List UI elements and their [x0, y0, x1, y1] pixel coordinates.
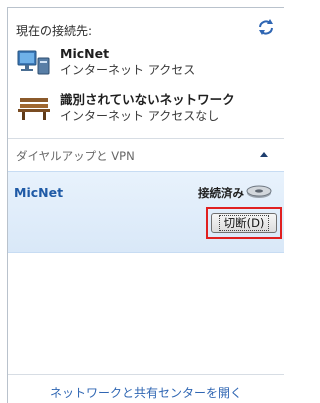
open-network-center-link[interactable]: ネットワークと共有センターを開く: [8, 384, 284, 401]
connection-text: MicNet インターネット アクセス: [60, 46, 276, 78]
disconnect-button[interactable]: 切断(D): [211, 213, 277, 233]
chevron-up-icon[interactable]: [258, 149, 270, 159]
modem-icon: [246, 185, 272, 198]
vpn-section-label: ダイヤルアップと VPN: [16, 149, 135, 163]
connection-status: インターネット アクセスなし: [60, 109, 220, 123]
network-computer-icon: [17, 50, 50, 75]
connection-item-micnet[interactable]: MicNet インターネット アクセス: [16, 46, 276, 80]
connection-name: MicNet: [60, 46, 110, 61]
refresh-icon[interactable]: [256, 18, 276, 36]
vpn-section-header[interactable]: ダイヤルアップと VPN: [8, 139, 284, 171]
disconnect-highlight: 切断(D): [206, 207, 282, 239]
connection-name: 識別されていないネットワーク: [60, 92, 235, 107]
vpn-item-name: MicNet: [14, 185, 64, 200]
connection-status: インターネット アクセス: [60, 63, 196, 77]
network-flyout: 現在の接続先: MicNet インターネット アクセス 識別されていないネットワ…: [7, 7, 284, 403]
header-title: 現在の接続先:: [16, 24, 93, 38]
disconnect-button-label: 切断(D): [218, 215, 270, 231]
footer-divider: [8, 374, 284, 375]
connection-text: 識別されていないネットワーク インターネット アクセスなし: [60, 92, 276, 124]
vpn-item-micnet[interactable]: MicNet 接続済み 切断(D): [8, 171, 284, 253]
current-connections-header: 現在の接続先:: [16, 18, 276, 38]
vpn-item-status: 接続済み: [198, 186, 244, 200]
public-network-bench-icon: [18, 98, 50, 120]
connection-item-unidentified[interactable]: 識別されていないネットワーク インターネット アクセスなし: [16, 92, 276, 126]
